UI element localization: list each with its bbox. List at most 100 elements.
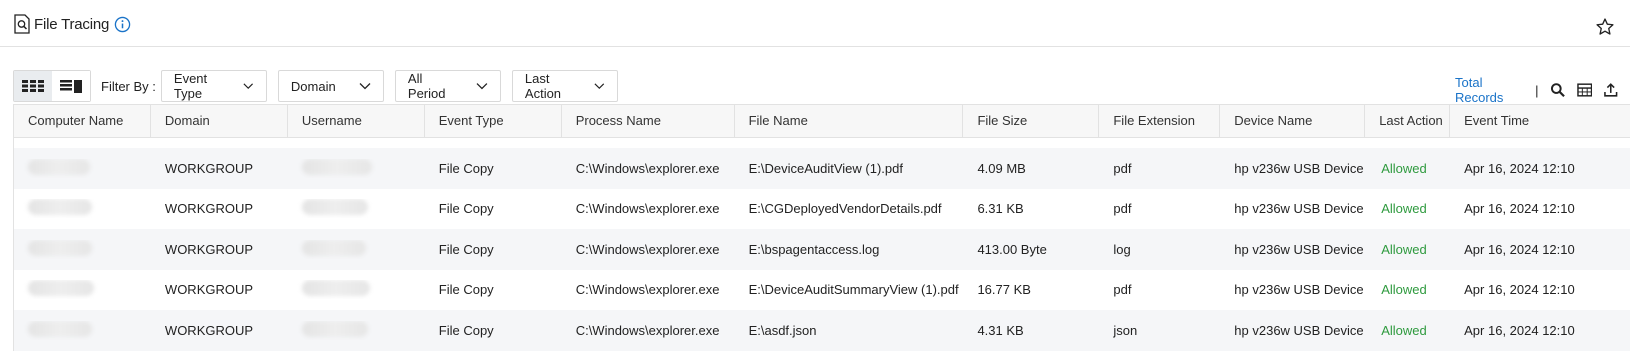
column-header[interactable]: File Extension <box>1099 105 1221 137</box>
grid-view-button[interactable] <box>14 71 52 101</box>
event-type-cell: File Copy <box>438 201 494 217</box>
file-extension-cell: pdf <box>1113 160 1132 176</box>
process-name-cell: C:\Windows\explorer.exe <box>575 201 720 217</box>
domain-filter-label: Domain <box>290 78 336 94</box>
table-row[interactable]: WORKGROUP File Copy C:\Windows\explorer.… <box>14 310 1630 351</box>
star-icon[interactable] <box>1595 17 1615 37</box>
redacted-value <box>28 239 92 256</box>
file-name-cell: E:\CGDeployedVendorDetails.pdf <box>748 201 942 217</box>
device-name-cell: hp v236w USB Device <box>1234 241 1364 257</box>
username-cell <box>288 199 425 218</box>
column-header[interactable]: Domain <box>151 105 288 137</box>
document-search-icon <box>14 14 30 34</box>
filter-toolbar: Filter By : Event Type Domain All Period… <box>13 69 629 103</box>
column-header[interactable]: File Name <box>735 105 964 137</box>
process-name-cell: C:\Windows\explorer.exe <box>575 241 720 257</box>
file-name-cell: E:\DeviceAuditSummaryView (1).pdf <box>748 282 959 298</box>
chevron-down-icon <box>476 83 488 90</box>
computer-name-cell <box>14 199 151 218</box>
columns-icon[interactable] <box>1577 82 1593 98</box>
redacted-value <box>301 320 368 337</box>
domain-cell: WORKGROUP <box>164 282 254 298</box>
file-size-cell: 413.00 Byte <box>977 241 1047 257</box>
last-action-filter[interactable]: Last Action <box>511 70 618 102</box>
file-size-cell: 4.31 KB <box>977 322 1024 338</box>
period-filter[interactable]: All Period <box>394 70 501 102</box>
last-action-cell: Allowed <box>1381 241 1427 257</box>
redacted-value <box>301 239 366 256</box>
event-type-cell: File Copy <box>438 282 494 298</box>
column-header[interactable]: File Size <box>963 105 1100 137</box>
file-extension-cell: json <box>1113 322 1138 338</box>
file-name-cell: E:\DeviceAuditView (1).pdf <box>748 160 903 176</box>
column-header[interactable]: Device Name <box>1220 105 1366 137</box>
file-extension-cell: pdf <box>1113 282 1132 298</box>
username-cell <box>288 158 425 178</box>
list-view-icon <box>60 79 82 93</box>
domain-filter[interactable]: Domain <box>277 70 384 102</box>
info-icon[interactable] <box>114 16 131 33</box>
device-name-cell: hp v236w USB Device <box>1234 201 1364 217</box>
table-tools: Total Records | <box>1455 75 1630 105</box>
total-records-link[interactable]: Total Records <box>1455 75 1532 105</box>
page-header: File Tracing <box>0 0 1630 47</box>
file-name-cell: E:\asdf.json <box>748 322 817 338</box>
table-spacer <box>14 138 1630 148</box>
search-icon[interactable] <box>1550 82 1566 98</box>
page-title: File Tracing <box>34 15 110 33</box>
device-name-cell: hp v236w USB Device <box>1234 322 1364 338</box>
list-view-button[interactable] <box>52 71 90 101</box>
chevron-down-icon <box>359 83 371 90</box>
process-name-cell: C:\Windows\explorer.exe <box>575 282 720 298</box>
view-toggle <box>13 70 91 102</box>
file-tracing-table: Computer Name Domain Username Event Type… <box>13 104 1630 351</box>
event-time-cell: Apr 16, 2024 12:10 <box>1464 322 1575 338</box>
redacted-value <box>301 199 368 216</box>
event-time-cell: Apr 16, 2024 12:10 <box>1464 160 1575 176</box>
column-header[interactable]: Event Type <box>425 105 562 137</box>
last-action-cell: Allowed <box>1381 282 1427 298</box>
period-filter-label: All Period <box>407 71 446 101</box>
separator: | <box>1535 82 1539 98</box>
column-header[interactable]: Username <box>288 105 425 137</box>
computer-name-cell <box>14 280 151 299</box>
redacted-value <box>301 158 372 175</box>
column-header[interactable]: Event Time <box>1450 105 1630 137</box>
domain-cell: WORKGROUP <box>164 322 254 338</box>
column-header[interactable]: Last Action <box>1365 105 1451 137</box>
event-time-cell: Apr 16, 2024 12:10 <box>1464 201 1575 217</box>
last-action-cell: Allowed <box>1381 160 1427 176</box>
redacted-value <box>301 280 370 297</box>
redacted-value <box>28 199 92 216</box>
title-area: File Tracing <box>14 14 131 34</box>
process-name-cell: C:\Windows\explorer.exe <box>575 160 720 176</box>
process-name-cell: C:\Windows\explorer.exe <box>575 322 720 338</box>
table-row[interactable]: WORKGROUP File Copy C:\Windows\explorer.… <box>14 189 1630 230</box>
file-size-cell: 16.77 KB <box>977 282 1031 298</box>
computer-name-cell <box>14 158 151 178</box>
username-cell <box>288 320 425 340</box>
file-name-cell: E:\bspagentaccess.log <box>748 241 880 257</box>
event-type-cell: File Copy <box>438 241 494 257</box>
chevron-down-icon <box>594 83 605 90</box>
last-action-cell: Allowed <box>1381 322 1427 338</box>
device-name-cell: hp v236w USB Device <box>1234 282 1364 298</box>
domain-cell: WORKGROUP <box>164 201 254 217</box>
device-name-cell: hp v236w USB Device <box>1234 160 1364 176</box>
event-time-cell: Apr 16, 2024 12:10 <box>1464 241 1575 257</box>
computer-name-cell <box>14 239 151 259</box>
table-row[interactable]: WORKGROUP File Copy C:\Windows\explorer.… <box>14 148 1630 189</box>
export-icon[interactable] <box>1603 82 1619 98</box>
table-row[interactable]: WORKGROUP File Copy C:\Windows\explorer.… <box>14 270 1630 311</box>
file-size-cell: 4.09 MB <box>977 160 1026 176</box>
filter-label: Filter By : <box>101 78 156 94</box>
domain-cell: WORKGROUP <box>164 160 254 176</box>
event-type-filter[interactable]: Event Type <box>160 70 267 102</box>
redacted-value <box>28 280 94 297</box>
table-row[interactable]: WORKGROUP File Copy C:\Windows\explorer.… <box>14 229 1630 270</box>
computer-name-cell <box>14 320 151 340</box>
column-header[interactable]: Computer Name <box>14 105 151 137</box>
table-header: Computer Name Domain Username Event Type… <box>14 104 1630 138</box>
file-extension-cell: log <box>1113 241 1131 257</box>
column-header[interactable]: Process Name <box>562 105 735 137</box>
